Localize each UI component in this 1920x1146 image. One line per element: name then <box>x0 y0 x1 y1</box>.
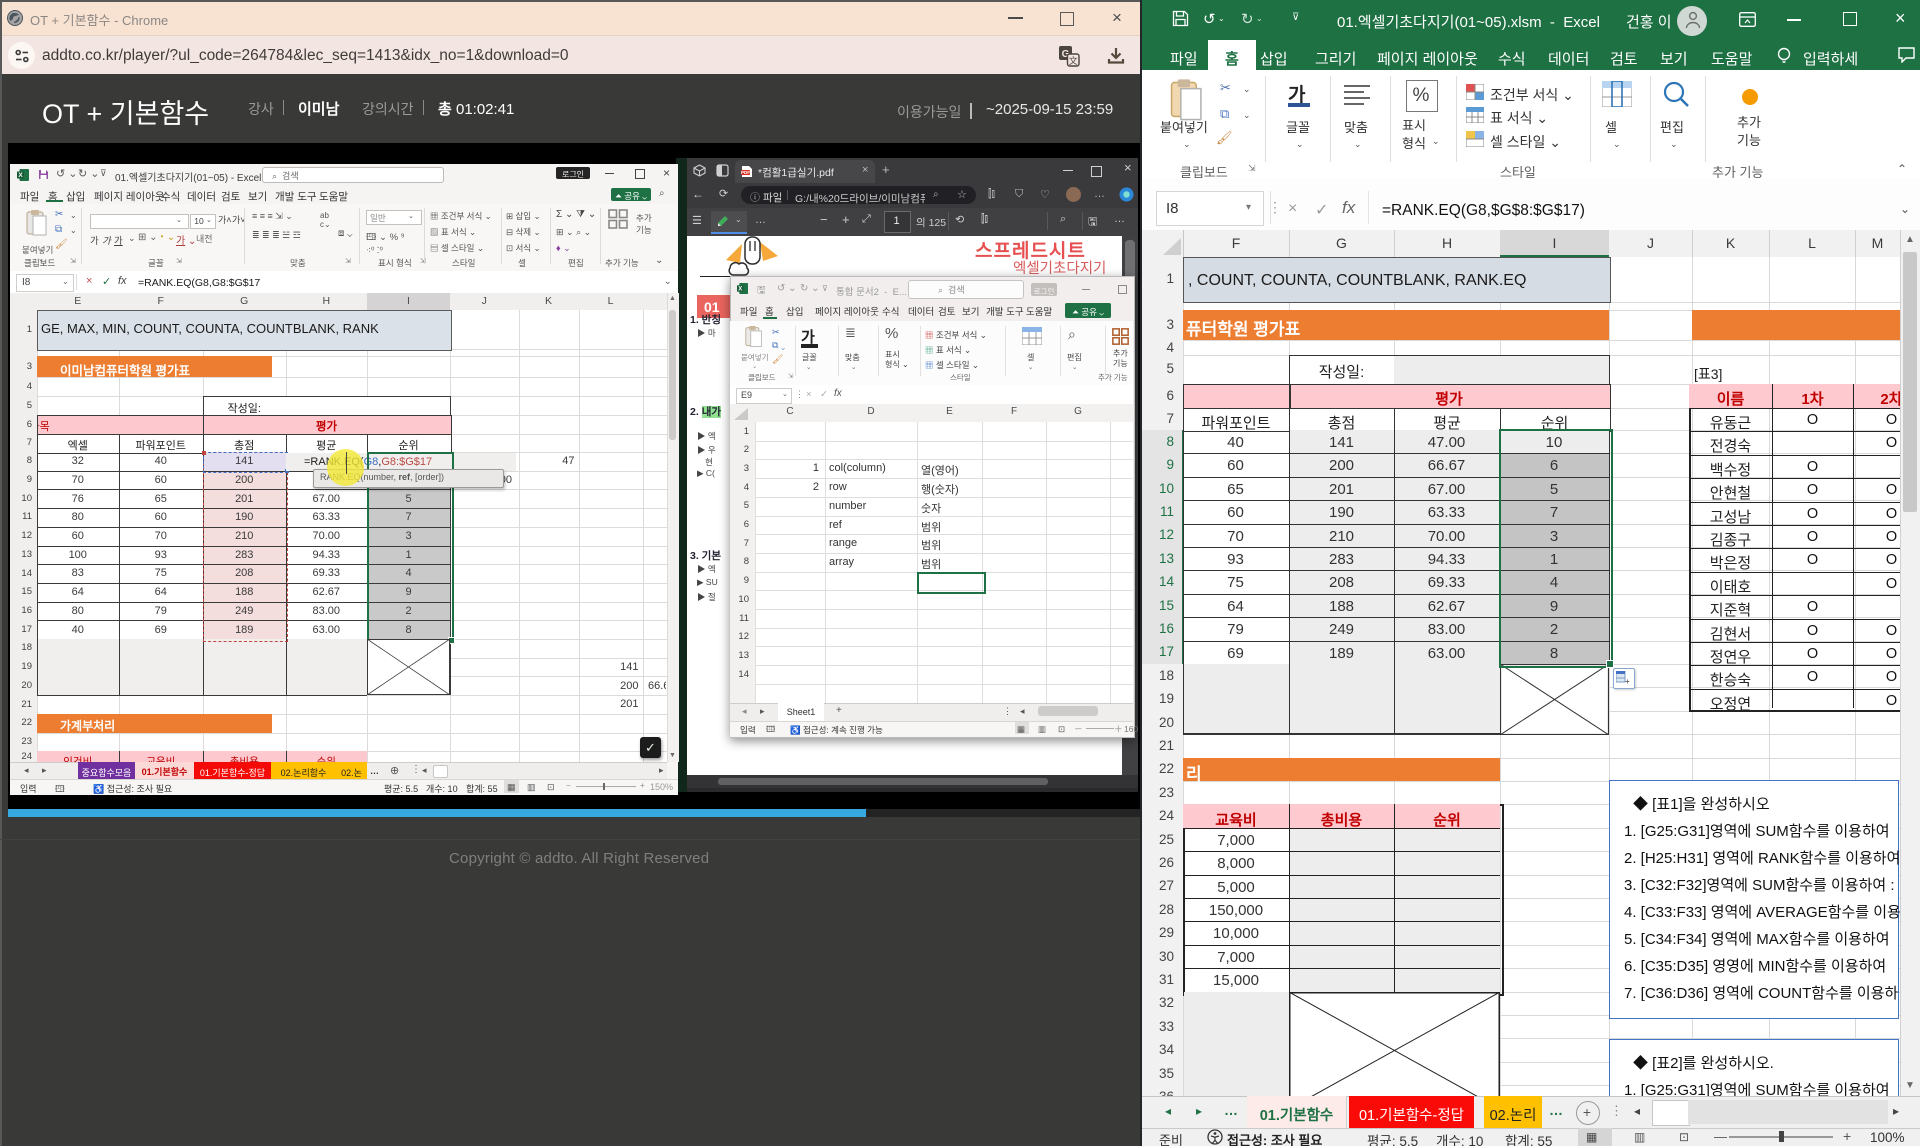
svg-text:+: + <box>1625 677 1630 684</box>
svg-text:X: X <box>738 287 742 293</box>
svg-text:PDF: PDF <box>741 170 750 175</box>
svg-text:X: X <box>18 172 23 179</box>
svg-text:文: 文 <box>1069 55 1078 66</box>
